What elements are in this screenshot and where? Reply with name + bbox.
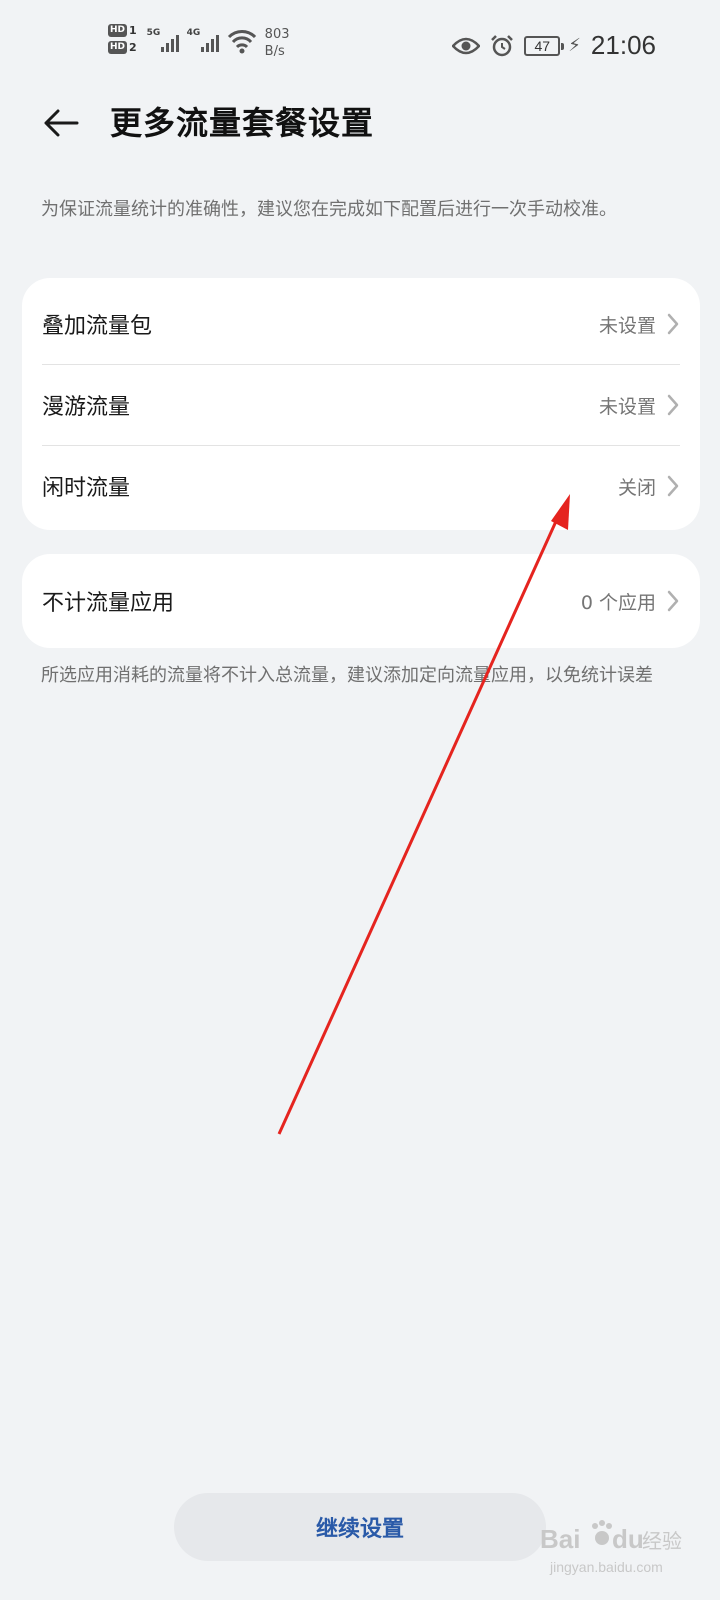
settings-card: 叠加流量包 未设置 漫游流量 未设置 闲时流量 关闭 [22, 278, 700, 530]
exempt-apps-card: 不计流量应用 0 个应用 [22, 554, 700, 648]
row-value: 关闭 [617, 476, 656, 499]
watermark-url: jingyan.baidu.com [549, 1559, 663, 1575]
calibration-hint: 为保证流量统计的准确性，建议您在完成如下配置后进行一次手动校准。 [41, 199, 617, 220]
status-bar: HD 1 HD 2 5G 4G 803 B/s 47 ⚡ 21:06 [0, 0, 720, 90]
continue-setup-button[interactable]: 继续设置 [174, 1493, 546, 1561]
status-bar-left: HD 1 HD 2 5G 4G 803 B/s [108, 24, 290, 70]
page-title: 更多流量套餐设置 [110, 104, 375, 142]
network-speed: 803 B/s [265, 26, 290, 60]
sim1-label: 1 [129, 24, 137, 37]
wifi-icon [227, 30, 256, 54]
hd-label: HD [108, 24, 128, 37]
signal-icon: 5G [147, 24, 179, 54]
row-label: 不计流量应用 [42, 591, 175, 616]
watermark-brand-2: du [612, 1524, 644, 1554]
network-type-1: 5G [146, 28, 161, 38]
signal-icon: 4G [187, 24, 219, 54]
back-button[interactable] [36, 98, 86, 148]
speed-unit: B/s [264, 44, 285, 59]
alarm-icon [491, 34, 514, 56]
row-value: 未设置 [598, 395, 656, 418]
paw-icon [592, 1520, 612, 1545]
row-value: 未设置 [598, 314, 656, 337]
battery-icon: 47 [524, 35, 565, 56]
row-label: 漫游流量 [42, 395, 131, 420]
hd-badge-sim2: HD 2 [108, 41, 137, 54]
row-idle-time[interactable]: 闲时流量 关闭 [22, 446, 700, 526]
chevron-right-icon [667, 475, 679, 497]
speed-value: 803 [264, 27, 290, 42]
battery-level: 47 [534, 37, 551, 54]
baidu-jingyan-watermark: Bai du 经验 jingyan.baidu.com [540, 1520, 682, 1575]
watermark-suffix: 经验 [642, 1529, 682, 1553]
back-arrow-icon [44, 109, 79, 137]
row-value: 0 个应用 [580, 591, 656, 614]
network-type-2: 4G [186, 28, 201, 38]
chevron-right-icon [667, 590, 679, 612]
header: 更多流量套餐设置 [0, 90, 720, 156]
hd-badges: HD 1 HD 2 [108, 24, 137, 54]
eye-icon [452, 37, 481, 54]
row-exempt-apps[interactable]: 不计流量应用 0 个应用 [22, 554, 700, 648]
row-overlay-package[interactable]: 叠加流量包 未设置 [22, 284, 700, 364]
row-roaming[interactable]: 漫游流量 未设置 [22, 365, 700, 445]
chevron-right-icon [667, 394, 679, 416]
charging-icon: ⚡ [568, 35, 581, 56]
hd-label: HD [108, 41, 128, 54]
status-bar-right: 47 ⚡ 21:06 [452, 30, 656, 61]
row-label: 闲时流量 [42, 476, 131, 501]
exempt-apps-hint: 所选应用消耗的流量将不计入总流量，建议添加定向流量应用，以免统计误差 [41, 665, 653, 686]
clock: 21:06 [590, 30, 656, 60]
watermark-brand: Bai [540, 1524, 580, 1554]
chevron-right-icon [667, 313, 679, 335]
annotation-arrow [277, 494, 570, 1135]
hd-badge-sim1: HD 1 [108, 24, 137, 37]
sim2-label: 2 [129, 41, 137, 54]
row-label: 叠加流量包 [42, 314, 153, 339]
